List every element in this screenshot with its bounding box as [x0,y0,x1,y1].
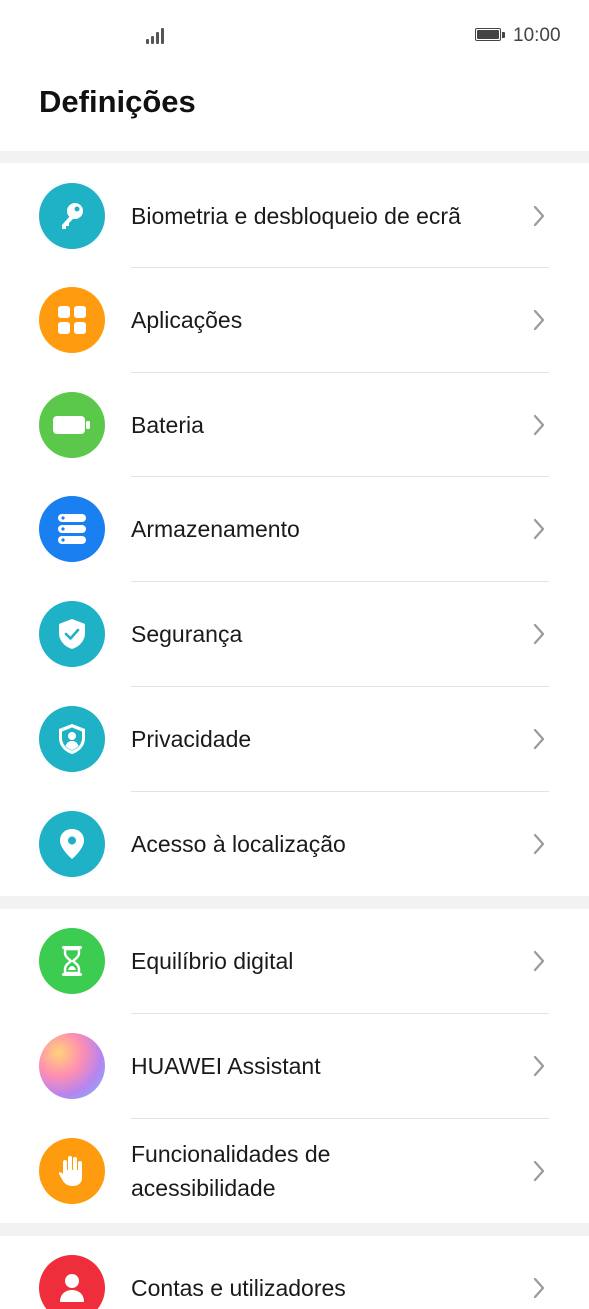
settings-item-label: Equilíbrio digital [131,948,294,974]
chevron-right-icon [533,833,545,855]
settings-item-label: Contas e utilizadores [131,1275,346,1301]
apps-grid-icon [39,287,105,353]
chevron-right-icon [533,205,545,227]
settings-item-label: Aplicações [131,307,243,333]
settings-item-label-line1: Funcionalidades de [131,1141,331,1167]
settings-item-location[interactable]: Acesso à localização [0,792,589,896]
chevron-right-icon [533,309,545,331]
chevron-right-icon [533,950,545,972]
signal-icon [146,26,168,44]
settings-item-digital-balance[interactable]: Equilíbrio digital [0,909,589,1013]
status-time: 10:00 [513,25,561,46]
shield-check-icon [39,601,105,667]
settings-item-biometrics[interactable]: Biometria e desbloqueio de ecrã [0,163,589,268]
settings-item-storage[interactable]: Armazenamento [0,477,589,581]
settings-item-battery[interactable]: Bateria [0,373,589,477]
settings-item-label: Bateria [131,412,204,438]
hourglass-icon [39,928,105,994]
chevron-right-icon [533,414,545,436]
settings-item-label: HUAWEI Assistant [131,1053,321,1079]
section-divider [0,1223,589,1236]
section-divider [0,896,589,909]
account-icon [39,1255,105,1309]
settings-item-label: Acesso à localização [131,831,346,857]
settings-item-security[interactable]: Segurança [0,582,589,686]
settings-item-apps[interactable]: Aplicações [0,268,589,372]
battery-status-icon [475,28,505,43]
page-title: Definições [39,84,196,119]
privacy-shield-icon [39,706,105,772]
chevron-right-icon [533,1055,545,1077]
chevron-right-icon [533,623,545,645]
chevron-right-icon [533,728,545,750]
settings-item-label: Armazenamento [131,516,300,542]
settings-item-label: Biometria e desbloqueio de ecrã [131,203,461,229]
chevron-right-icon [533,1160,545,1182]
settings-item-label: Privacidade [131,726,252,752]
huawei-assistant-icon [39,1033,105,1099]
settings-item-huawei-assistant[interactable]: HUAWEI Assistant [0,1014,589,1118]
settings-item-accessibility[interactable]: Funcionalidades de acessibilidade [0,1119,589,1223]
settings-item-label: Segurança [131,621,243,647]
key-icon [39,183,105,249]
chevron-right-icon [533,1277,545,1299]
settings-item-privacy[interactable]: Privacidade [0,687,589,791]
hand-icon [39,1138,105,1204]
location-pin-icon [39,811,105,877]
battery-icon [39,392,105,458]
chevron-right-icon [533,518,545,540]
status-bar: 10:00 [0,0,589,72]
storage-icon [39,496,105,562]
settings-item-accounts[interactable]: Contas e utilizadores [0,1236,589,1309]
settings-item-label-line2: acessibilidade [131,1175,276,1201]
section-divider [0,151,589,163]
